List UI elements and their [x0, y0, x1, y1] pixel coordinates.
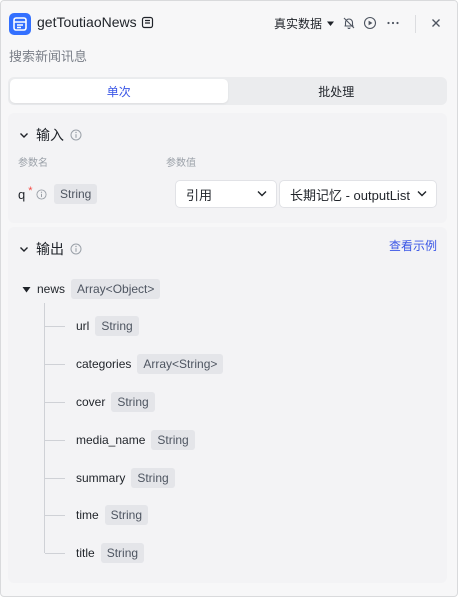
tree-branch [45, 439, 65, 441]
required-mark: * [28, 184, 33, 197]
field-type-tag: String [151, 430, 195, 450]
param-value-text: 长期记忆 - outputList [290, 187, 410, 203]
tree-item: summary String [45, 468, 175, 488]
param-type-tag: String [54, 184, 98, 204]
run-mode-tabs: 单次 批处理 [8, 77, 447, 105]
param-name-column-label: 参数名 [18, 158, 48, 169]
ref-mode-value: 引用 [186, 187, 213, 203]
field-name: summary [76, 471, 126, 485]
field-name: media_name [76, 433, 146, 447]
panel-header: getToutiaoNews 搜索新闻讯息 真实数据 [1, 1, 457, 71]
field-name: title [76, 546, 95, 560]
tree-item: title String [45, 543, 145, 563]
chevron-down-icon [416, 187, 428, 202]
tree-item: time String [45, 505, 149, 525]
param-value-select[interactable]: 长期记忆 - outputList [279, 180, 437, 208]
tree-branch [45, 325, 65, 327]
tree-branch [45, 401, 65, 403]
output-section-title: 输出 [36, 241, 64, 257]
field-name: categories [76, 357, 132, 371]
field-name: news [37, 282, 66, 296]
field-type-tag: String [100, 543, 145, 563]
field-name: time [76, 508, 99, 522]
param-name-text: q [18, 187, 26, 202]
ref-mode-select[interactable]: 引用 [175, 180, 277, 208]
output-section: 输出 查看示例 news Array<Object> url String ca… [8, 227, 447, 583]
info-icon[interactable] [70, 129, 82, 141]
info-icon[interactable] [70, 243, 82, 255]
edit-icon[interactable] [141, 16, 154, 29]
caret-down-icon [326, 17, 335, 31]
chevron-down-icon [256, 187, 268, 202]
tab-single[interactable]: 单次 [10, 79, 228, 103]
app-icon [9, 13, 31, 35]
tree-root-news: news Array<Object> [22, 279, 161, 299]
tree-branch [45, 552, 65, 554]
tree-item: categories Array<String> [45, 354, 224, 374]
tab-batch[interactable]: 批处理 [228, 79, 446, 103]
chevron-down-icon [18, 129, 30, 141]
tree-item: cover String [45, 392, 155, 412]
close-icon[interactable] [428, 15, 444, 31]
field-name: url [76, 319, 90, 333]
field-type-tag: Array<String> [137, 354, 224, 374]
input-section-header[interactable]: 输入 [18, 125, 82, 145]
field-type-tag: String [104, 505, 149, 525]
info-icon[interactable] [35, 188, 48, 201]
node-description: 搜索新闻讯息 [9, 49, 88, 64]
data-source-select[interactable]: 真实数据 [274, 15, 335, 32]
tree-branch [45, 477, 65, 479]
field-type-tag: String [95, 316, 139, 336]
output-section-header[interactable]: 输出 [18, 239, 82, 259]
param-name: q * [18, 184, 48, 202]
tree-branch [45, 514, 65, 516]
data-source-label: 真实数据 [274, 17, 323, 31]
input-section: 输入 参数名 参数值 q * String 引用 长期记忆 - outputLi… [8, 113, 447, 223]
more-icon[interactable] [385, 15, 401, 31]
plugin-node-panel: getToutiaoNews 搜索新闻讯息 真实数据 单次 批处理 输入 参数名… [0, 0, 458, 597]
chevron-down-icon [18, 243, 30, 255]
bell-off-icon[interactable] [341, 15, 357, 31]
field-type-tag: String [131, 468, 175, 488]
field-name: cover [76, 395, 106, 409]
caret-down-icon[interactable] [22, 285, 31, 294]
tree-item: url String [45, 316, 139, 336]
view-example-link[interactable]: 查看示例 [389, 237, 437, 254]
node-title[interactable]: getToutiaoNews [37, 14, 137, 30]
play-circle-icon[interactable] [362, 15, 378, 31]
field-type-tag: String [111, 392, 155, 412]
field-type-tag: Array<Object> [71, 279, 161, 299]
header-divider [415, 15, 416, 33]
input-section-title: 输入 [36, 127, 64, 143]
param-value-column-label: 参数值 [166, 158, 196, 169]
tree-branch [45, 363, 65, 365]
tree-item: media_name String [45, 430, 195, 450]
